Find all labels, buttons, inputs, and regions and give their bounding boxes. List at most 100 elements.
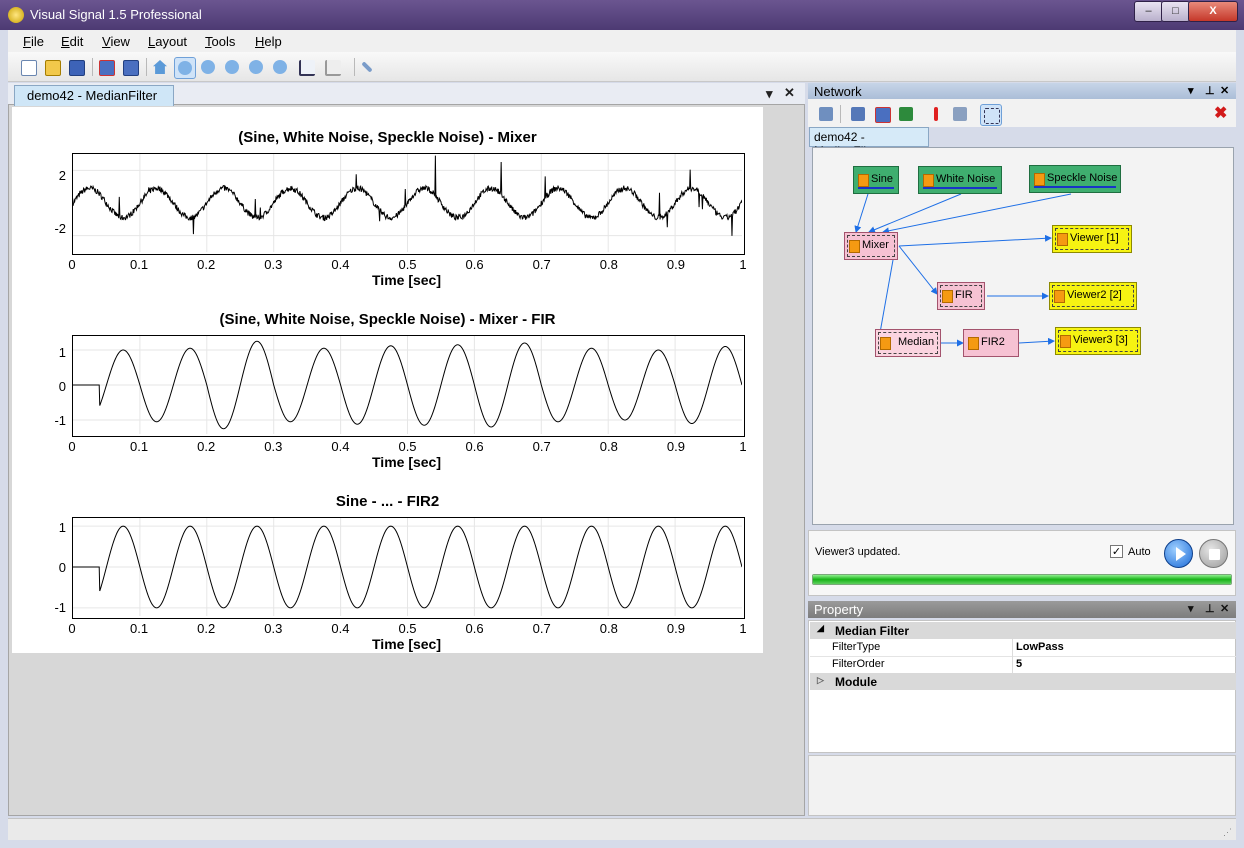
chart-3-canvas [73,518,742,616]
network-toolbar: ✖ [808,99,1236,127]
copy-module-icon[interactable] [848,104,868,124]
property-close-icon[interactable]: ✕ [1220,602,1229,615]
zoom-in-icon[interactable] [198,57,218,77]
stop-icon [1209,549,1220,560]
node-median[interactable]: Median [875,329,941,357]
export-chart-all-icon[interactable] [120,57,140,77]
zoom-fit-icon[interactable] [246,57,266,77]
select-region-icon[interactable] [980,104,1002,126]
script-module-icon[interactable] [950,104,970,124]
home-icon[interactable] [150,57,170,77]
property-row-filterorder[interactable]: FilterOrder 5 [810,656,1236,674]
menu-help[interactable]: Help [255,34,282,49]
chart-3-ytick: 0 [58,560,66,575]
run-play-button[interactable] [1164,539,1193,568]
menu-file[interactable]: File [23,34,44,49]
save-icon[interactable] [66,57,86,77]
menu-edit[interactable]: Edit [61,34,83,49]
resize-grip-icon[interactable]: ⋰ [1223,827,1232,838]
node-viewer2[interactable]: Viewer2 [2] [1049,282,1137,310]
expand-icon[interactable]: ▷ [817,675,824,686]
zoom-out-icon[interactable] [222,57,242,77]
node-fir2[interactable]: FIR2 [963,329,1019,357]
edge-sine-mixer [854,193,869,233]
network-tab[interactable]: demo42 - MedianFilter [809,127,929,158]
chart-3-plot[interactable] [72,517,745,619]
excel-module-icon[interactable] [896,104,916,124]
chart-2-xtick: 1 [739,439,747,454]
chart-3-xtick: 0.3 [264,621,283,636]
menu-tools[interactable]: Tools [205,34,235,49]
network-menu-icon[interactable]: ▾ [1188,84,1194,97]
node-viewer1[interactable]: Viewer [1] [1052,225,1132,253]
node-white-noise[interactable]: White Noise [918,166,1002,194]
chart-1-xtick: 1 [739,257,747,272]
toolbar-separator [354,58,355,76]
property-panel-title: Property [814,602,864,617]
chart-2-plot[interactable] [72,335,745,437]
toolbar-separator [92,58,93,76]
data-label-icon[interactable] [296,57,316,77]
node-speckle-noise[interactable]: Speckle Noise [1029,165,1121,193]
chart-1-ytick: 2 [58,168,66,183]
chart-2-ytick: 0 [58,379,66,394]
data-label-dropdown-icon[interactable] [322,57,350,77]
alert-icon[interactable] [926,104,946,124]
add-module-icon[interactable] [816,104,836,124]
chart-2-xtick: 0.8 [599,439,618,454]
node-viewer3[interactable]: Viewer3 [3] [1055,327,1141,355]
chart-3-xtick: 1 [739,621,747,636]
chart-2-xtick: 0.6 [465,439,484,454]
run-stop-button[interactable] [1199,539,1228,568]
property-value[interactable]: 5 [1016,658,1022,670]
document-close-icon[interactable]: ✕ [784,85,795,101]
property-panel-header: Property ▾ ⊥ ✕ [808,601,1236,618]
auto-checkbox[interactable]: ✓ [1110,545,1123,558]
chart-1-xtick: 0.9 [666,257,685,272]
zoom-region-icon[interactable] [174,57,196,79]
chart-2-xtick: 0.4 [331,439,350,454]
delete-module-icon[interactable]: ✖ [1214,103,1227,123]
zoom-axis-icon[interactable] [270,57,290,77]
property-value[interactable]: LowPass [1016,641,1064,653]
open-folder-icon[interactable] [42,57,62,77]
toolbar-separator [146,58,147,76]
chart-2-title: (Sine, White Noise, Speckle Noise) - Mix… [219,311,556,328]
chart-1-xtick: 0.8 [599,257,618,272]
close-window-button[interactable]: X [1188,1,1238,22]
minimize-button[interactable]: – [1134,1,1163,22]
network-canvas[interactable]: Sine White Noise Speckle Noise Mixer Vie… [812,147,1234,525]
node-underline [1034,186,1116,188]
node-underline [923,187,997,189]
chart-1-xtick: 0.3 [264,257,283,272]
network-close-icon[interactable]: ✕ [1220,84,1229,97]
new-file-icon[interactable] [18,57,38,77]
chart-1-plot[interactable] [72,153,745,255]
chart-module-icon[interactable] [872,104,892,124]
node-mixer[interactable]: Mixer [844,232,898,260]
chart-1-xtick: 0.1 [130,257,149,272]
document-tab-menu-icon[interactable]: ▾ [766,86,773,102]
chart-2-ytick: 1 [58,345,66,360]
document-tab[interactable]: demo42 - MedianFilter [14,85,174,106]
property-category-median-filter[interactable]: ◢ Median Filter [810,622,1236,639]
menu-view[interactable]: View [102,34,130,49]
export-chart-icon[interactable] [96,57,116,77]
chart-1-xtick: 0.6 [465,257,484,272]
chart-2-xtick: 0.3 [264,439,283,454]
property-row-filtertype[interactable]: FilterType LowPass [810,639,1236,657]
maximize-button[interactable]: □ [1161,1,1190,22]
collapse-icon[interactable]: ◢ [817,623,824,634]
property-menu-icon[interactable]: ▾ [1188,602,1194,615]
chart-1-xtick: 0 [68,257,76,272]
network-pin-icon[interactable]: ⊥ [1205,84,1215,97]
module-icon [923,174,934,187]
property-category-module[interactable]: ▷ Module [810,673,1236,690]
node-sine[interactable]: Sine [853,166,899,194]
property-pin-icon[interactable]: ⊥ [1205,602,1215,615]
main-toolbar [8,52,1236,82]
menu-layout[interactable]: Layout [148,34,187,49]
chart-3-ytick: -1 [54,600,66,615]
settings-tools-icon[interactable] [358,57,378,77]
node-fir[interactable]: FIR [937,282,985,310]
